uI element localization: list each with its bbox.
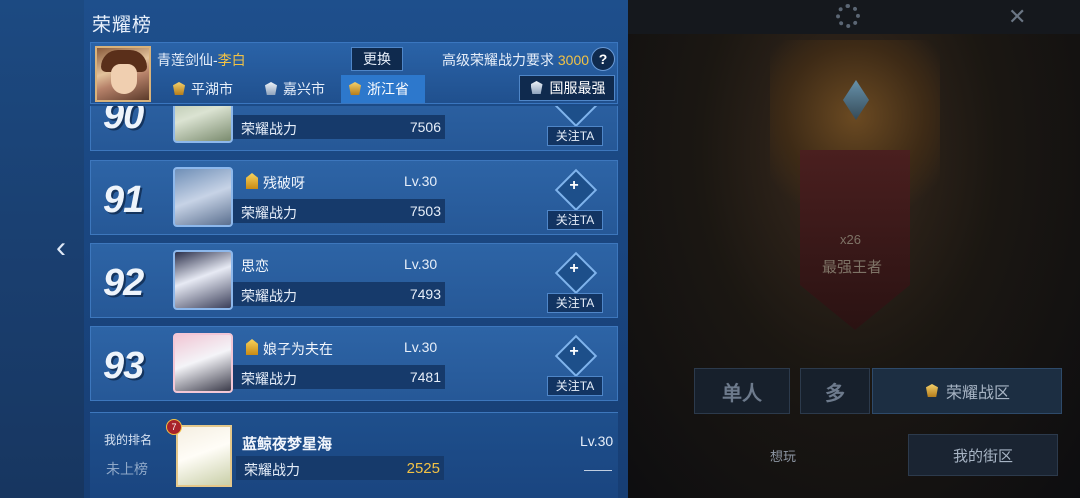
ranking-row[interactable]: 93 娘子为夫在 Lv.30 荣耀战力 7481 + 关注TA: [90, 326, 618, 401]
player-avatar[interactable]: [173, 250, 233, 310]
page-title: 荣耀榜: [92, 15, 153, 36]
follow-button[interactable]: 关注TA: [547, 210, 603, 230]
my-avatar[interactable]: [176, 425, 232, 487]
follow-add-icon[interactable]: +: [557, 106, 591, 121]
rank-number: 91: [103, 179, 144, 221]
gear-icon: [836, 4, 860, 28]
gold-badge-icon: [171, 81, 187, 97]
hero-avatar[interactable]: [95, 46, 151, 102]
power-value: 7503: [409, 203, 441, 219]
player-avatar[interactable]: [173, 333, 233, 393]
power-bar: 荣耀战力 7493: [233, 282, 445, 306]
follow-add-icon[interactable]: +: [557, 254, 591, 288]
ranking-row[interactable]: 92 思恋 Lv.30 荣耀战力 7493 + 关注TA: [90, 243, 618, 318]
power-value: 7506: [409, 119, 441, 135]
honor-zone-button: 荣耀战区: [872, 368, 1062, 414]
crown-icon: [529, 80, 545, 96]
power-value: 7493: [409, 286, 441, 302]
ranking-row[interactable]: 90 荣耀战力 7506 + 关注TA: [90, 106, 618, 151]
vip-icon: [244, 173, 260, 191]
power-label: 荣耀战力: [241, 288, 297, 304]
tab-city-jiaxing[interactable]: 嘉兴市: [257, 75, 331, 103]
power-label: 荣耀战力: [241, 121, 297, 137]
hero-name-highlight: 李白: [217, 52, 246, 68]
server-best-label: 国服最强: [549, 80, 606, 96]
my-rank-label: 我的排名: [104, 433, 153, 447]
tab-label: 平湖市: [191, 81, 233, 97]
power-bar: 荣耀战力 7503: [233, 199, 445, 223]
rank-number: 92: [103, 262, 144, 304]
player-name: 思恋: [241, 258, 269, 274]
tab-city-pinghu[interactable]: 平湖市: [165, 75, 239, 103]
player-level: Lv.30: [404, 173, 438, 189]
want-play-label: 想玩: [770, 449, 797, 464]
my-power-value: 2525: [406, 460, 440, 477]
hero-face: [111, 64, 137, 94]
server-best-button[interactable]: 国服最强: [519, 75, 615, 101]
follow-add-icon[interactable]: +: [557, 337, 591, 371]
solo-mode-button: 单人: [694, 368, 790, 414]
background-game-view: ✕ x26 最强王者 单人 多 荣耀战区 想玩 我的街区: [628, 0, 1080, 498]
honor-zone-label: 荣耀战区: [945, 385, 1010, 402]
gold-badge-icon: [347, 81, 363, 97]
multi-mode-button: 多: [800, 368, 870, 414]
power-value: 7481: [409, 369, 441, 385]
my-rank-dash: ——: [584, 461, 612, 477]
my-power-bar: 荣耀战力 2525: [236, 456, 444, 480]
hero-title: 青莲剑仙-: [157, 52, 218, 68]
player-level: Lv.30: [404, 256, 438, 272]
left-strip: ‹: [0, 0, 84, 498]
hero-name: 青莲剑仙-李白: [157, 50, 246, 70]
power-label: 荣耀战力: [241, 205, 297, 221]
swap-hero-button[interactable]: 更换: [351, 47, 403, 71]
follow-button[interactable]: 关注TA: [547, 376, 603, 396]
vip-icon: [244, 339, 260, 357]
app-root: ‹ 荣耀榜 青莲剑仙-李白 更换 高级荣耀战力要求 3000 ? 平湖市 嘉兴市…: [0, 0, 1080, 498]
star-count: x26: [840, 232, 861, 247]
tier-name: 最强王者: [822, 259, 883, 276]
my-player-level: Lv.30: [580, 433, 614, 449]
my-street-button: 我的街区: [908, 434, 1058, 476]
power-label: 荣耀战力: [241, 371, 297, 387]
close-icon: ✕: [1008, 4, 1027, 29]
level-badge-icon: 7: [166, 419, 182, 435]
my-rank-bar: 我的排名 未上榜 7 蓝鲸夜梦星海 Lv.30 荣耀战力 2525 ——: [90, 412, 618, 498]
follow-button[interactable]: 关注TA: [547, 126, 603, 146]
tab-label: 浙江省: [367, 81, 409, 97]
player-level: Lv.30: [404, 339, 438, 355]
player-name: 娘子为夫在: [263, 341, 333, 357]
ranking-list[interactable]: 90 荣耀战力 7506 + 关注TA 91 残破呀 Lv.30 荣耀战力 75…: [90, 106, 618, 404]
silver-badge-icon: [263, 81, 279, 97]
honor-ranking-panel: 荣耀榜 青莲剑仙-李白 更换 高级荣耀战力要求 3000 ? 平湖市 嘉兴市 浙…: [84, 0, 628, 498]
power-requirement: 高级荣耀战力要求 3000: [442, 50, 589, 70]
requirement-value: 3000: [557, 52, 590, 68]
rank-number: 93: [103, 345, 144, 387]
tab-province-zhejiang[interactable]: 浙江省: [341, 75, 425, 103]
hero-header-card: 青莲剑仙-李白 更换 高级荣耀战力要求 3000 ? 平湖市 嘉兴市 浙江省 国…: [90, 42, 618, 104]
power-label: 荣耀战力: [244, 462, 300, 478]
power-bar: 荣耀战力 7481: [233, 365, 445, 389]
my-player-name: 蓝鲸夜梦星海: [242, 436, 333, 453]
back-arrow-icon[interactable]: ‹: [46, 230, 76, 266]
player-avatar[interactable]: [173, 167, 233, 227]
help-icon[interactable]: ?: [591, 47, 615, 71]
top-bar: ✕: [628, 0, 1080, 34]
player-name: 残破呀: [263, 175, 305, 191]
follow-add-icon[interactable]: +: [557, 171, 591, 205]
tab-label: 嘉兴市: [283, 81, 325, 97]
my-rank-status: 未上榜: [106, 461, 148, 477]
follow-button[interactable]: 关注TA: [547, 293, 603, 313]
ranking-row[interactable]: 91 残破呀 Lv.30 荣耀战力 7503 + 关注TA: [90, 160, 618, 235]
rank-number: 90: [103, 106, 144, 137]
zone-badge-icon: [924, 383, 940, 399]
requirement-label: 高级荣耀战力要求: [442, 52, 554, 68]
player-avatar[interactable]: [173, 106, 233, 143]
power-bar: 荣耀战力 7506: [233, 115, 445, 139]
